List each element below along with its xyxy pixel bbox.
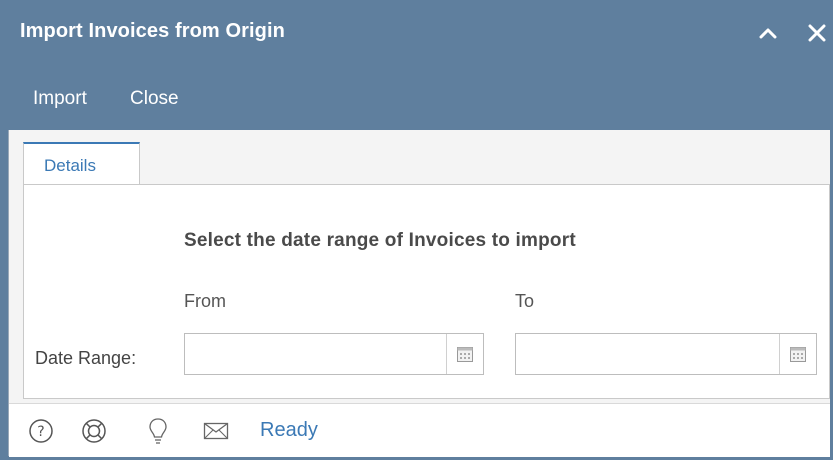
details-panel: Select the date range of Invoices to imp… <box>23 184 830 399</box>
from-date-input[interactable] <box>185 334 447 374</box>
from-calendar-button[interactable] <box>446 334 483 374</box>
close-icon <box>808 24 826 42</box>
section-heading: Select the date range of Invoices to imp… <box>184 230 576 251</box>
import-invoices-dialog: Import Invoices from Origin Import Close… <box>0 0 833 460</box>
to-label: To <box>515 291 535 311</box>
to-date-field <box>515 333 817 375</box>
calendar-icon <box>457 347 473 362</box>
import-button[interactable]: Import <box>33 88 87 110</box>
status-text: Ready <box>260 419 318 441</box>
help-button[interactable]: ? <box>26 416 56 446</box>
dialog-body: Details Select the date range of Invoice… <box>8 130 830 457</box>
date-range-label: Date Range: <box>35 348 137 368</box>
chevron-up-icon <box>759 28 777 39</box>
svg-text:?: ? <box>37 424 44 440</box>
calendar-icon <box>790 347 806 362</box>
title-bar: Import Invoices from Origin <box>0 0 833 68</box>
lightbulb-icon <box>149 418 167 444</box>
tip-button[interactable] <box>143 416 173 446</box>
close-button[interactable]: Close <box>130 88 179 110</box>
lifebuoy-icon <box>82 419 106 443</box>
close-window-button[interactable] <box>802 18 832 48</box>
toolbar: Import Close <box>0 68 833 130</box>
tab-label: Details <box>44 156 96 175</box>
from-date-field <box>184 333 484 375</box>
to-date-input[interactable] <box>516 334 780 374</box>
support-button[interactable] <box>79 416 109 446</box>
mail-button[interactable] <box>201 416 231 446</box>
from-label: From <box>184 291 226 311</box>
window-title: Import Invoices from Origin <box>20 20 285 42</box>
help-icon: ? <box>29 419 53 443</box>
envelope-icon <box>203 422 229 440</box>
status-bar: ? Ready <box>9 403 830 457</box>
tab-details[interactable]: Details <box>23 142 140 185</box>
to-calendar-button[interactable] <box>779 334 816 374</box>
collapse-button[interactable] <box>753 18 783 48</box>
